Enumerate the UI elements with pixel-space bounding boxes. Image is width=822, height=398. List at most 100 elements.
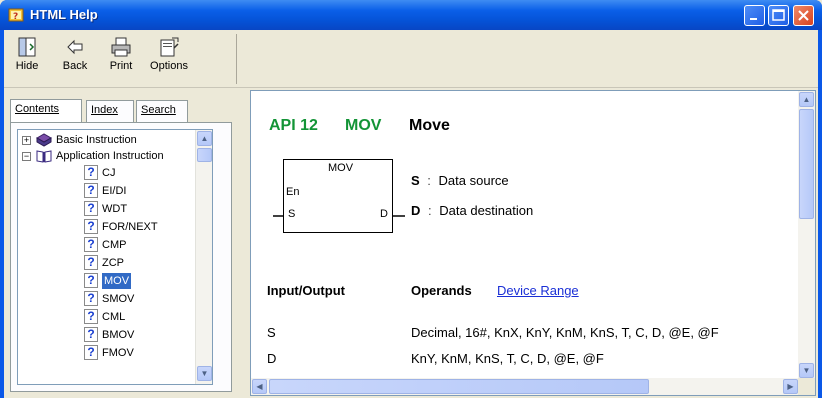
toolbar: Hide Back Print Options [4, 30, 818, 88]
tree-item-label: WDT [102, 203, 128, 215]
operands-header: Operands [411, 283, 472, 298]
tab-contents[interactable]: Contents [10, 99, 82, 123]
tree-item-eidi[interactable]: ? EI/DI [84, 183, 194, 199]
scroll-down-arrow-icon[interactable]: ▼ [799, 363, 814, 378]
minimize-button[interactable] [744, 5, 765, 26]
scroll-up-arrow-icon[interactable]: ▲ [799, 92, 814, 107]
minimize-icon [750, 18, 757, 20]
operand-d-key: D [411, 203, 421, 218]
tab-index[interactable]: Index [86, 100, 134, 122]
tree-item-mov[interactable]: ? MOV [84, 273, 194, 289]
help-page-icon: ? [84, 219, 98, 234]
help-page-icon: ? [84, 165, 98, 180]
hide-button[interactable]: Hide [8, 34, 46, 84]
device-range-link[interactable]: Device Range [497, 283, 579, 298]
scroll-thumb[interactable] [197, 148, 212, 162]
book-open-icon [36, 150, 52, 163]
options-button[interactable]: Options [150, 34, 188, 84]
operand-d-desc: Data destination [439, 203, 534, 218]
printer-icon [111, 37, 131, 57]
topic-content: API 12 MOV Move MOV En S D S : Data sour… [250, 90, 816, 396]
back-arrow-icon [67, 39, 83, 55]
expand-icon[interactable]: + [22, 136, 31, 145]
help-window: ? HTML Help Hide Back Print Options Cont… [0, 0, 822, 398]
help-page-icon: ? [84, 291, 98, 306]
tab-search[interactable]: Search [136, 100, 188, 122]
tree-item-label: FMOV [102, 347, 134, 359]
operand-d: D : Data destination [411, 203, 533, 218]
scroll-thumb[interactable] [799, 109, 814, 219]
scroll-right-arrow-icon[interactable]: ▶ [783, 379, 798, 394]
row-d-io: D [267, 351, 277, 366]
tree-item-label: BMOV [102, 329, 135, 341]
title-bar[interactable]: ? HTML Help [0, 0, 822, 30]
help-page-icon: ? [84, 183, 98, 198]
operand-s-key: S [411, 173, 420, 188]
tree-item-label: CML [102, 311, 126, 323]
content-vertical-scrollbar[interactable]: ▲ ▼ [798, 91, 815, 379]
io-header: Input/Output [267, 283, 345, 298]
tree-item-label: Basic Instruction [56, 134, 137, 146]
tree-item-cml[interactable]: ? CML [84, 309, 194, 325]
tree-item-wdt[interactable]: ? WDT [84, 201, 194, 217]
tree-item-basic-instruction[interactable]: + Basic Instruction [20, 132, 196, 148]
tree-item-cj[interactable]: ? CJ [84, 165, 194, 181]
operand-s: S : Data source [411, 173, 509, 188]
operand-s-sep: : [427, 173, 431, 188]
back-button[interactable]: Back [56, 34, 94, 84]
help-page-icon: ? [84, 309, 98, 324]
print-button[interactable]: Print [102, 34, 140, 84]
tree-item-cmp[interactable]: ? CMP [84, 237, 194, 253]
tree-item-label: CJ [102, 167, 116, 179]
tree-item-fornext[interactable]: ? FOR/NEXT [84, 219, 194, 235]
client-area: Hide Back Print Options Contents Index S… [4, 30, 818, 398]
operand-s-desc: Data source [438, 173, 509, 188]
print-label: Print [109, 60, 133, 72]
tree-item-label: EI/DI [102, 185, 127, 197]
instruction-name: Move [409, 117, 450, 134]
content-horizontal-scrollbar[interactable]: ◀ ▶ [251, 378, 799, 395]
close-button[interactable] [793, 5, 814, 26]
tree-item-zcp[interactable]: ? ZCP [84, 255, 194, 271]
tree-item-label: Application Instruction [56, 150, 164, 162]
help-app-icon: ? [8, 8, 24, 22]
maximize-icon [772, 9, 785, 21]
help-page-icon: ? [84, 273, 98, 288]
row-s-io: S [267, 325, 276, 340]
hide-label: Hide [15, 60, 39, 72]
tab-search-label: Search [141, 104, 176, 116]
help-page-icon: ? [84, 237, 98, 252]
tab-index-label: Index [91, 104, 118, 116]
tree-item-label: FOR/NEXT [102, 221, 158, 233]
api-number: API 12 [269, 117, 318, 134]
hide-pane-icon [18, 37, 36, 57]
tree-item-bmov[interactable]: ? BMOV [84, 327, 194, 343]
scroll-thumb[interactable] [269, 379, 649, 394]
help-page-icon: ? [84, 255, 98, 270]
tree-item-label: CMP [102, 239, 127, 251]
help-page-icon: ? [84, 345, 98, 360]
svg-text:?: ? [13, 12, 18, 22]
maximize-button[interactable] [768, 5, 789, 26]
contents-panel: + Basic Instruction − Application Instru… [10, 122, 232, 392]
window-title: HTML Help [30, 7, 98, 22]
contents-tree[interactable]: + Basic Instruction − Application Instru… [17, 129, 213, 385]
book-closed-icon [36, 133, 52, 147]
collapse-icon[interactable]: − [22, 152, 31, 161]
row-d-operands: KnY, KnM, KnS, T, C, D, @E, @F [411, 351, 604, 366]
scroll-up-arrow-icon[interactable]: ▲ [197, 131, 212, 146]
options-label: Options [150, 60, 188, 72]
row-s-operands: Decimal, 16#, KnX, KnY, KnM, KnS, T, C, … [411, 325, 719, 340]
tree-item-smov[interactable]: ? SMOV [84, 291, 194, 307]
operand-d-sep: : [428, 203, 432, 218]
tree-vertical-scrollbar[interactable]: ▲ ▼ [195, 130, 212, 384]
tree-item-fmov[interactable]: ? FMOV [84, 345, 194, 361]
toolbar-separator [236, 34, 237, 84]
back-label: Back [62, 60, 88, 72]
options-icon [160, 37, 179, 57]
scroll-left-arrow-icon[interactable]: ◀ [252, 379, 267, 394]
tree-item-label-selected: MOV [102, 273, 132, 289]
tree-item-application-instruction[interactable]: − Application Instruction [20, 148, 196, 164]
scrollbar-corner [798, 378, 815, 395]
scroll-down-arrow-icon[interactable]: ▼ [197, 366, 212, 381]
